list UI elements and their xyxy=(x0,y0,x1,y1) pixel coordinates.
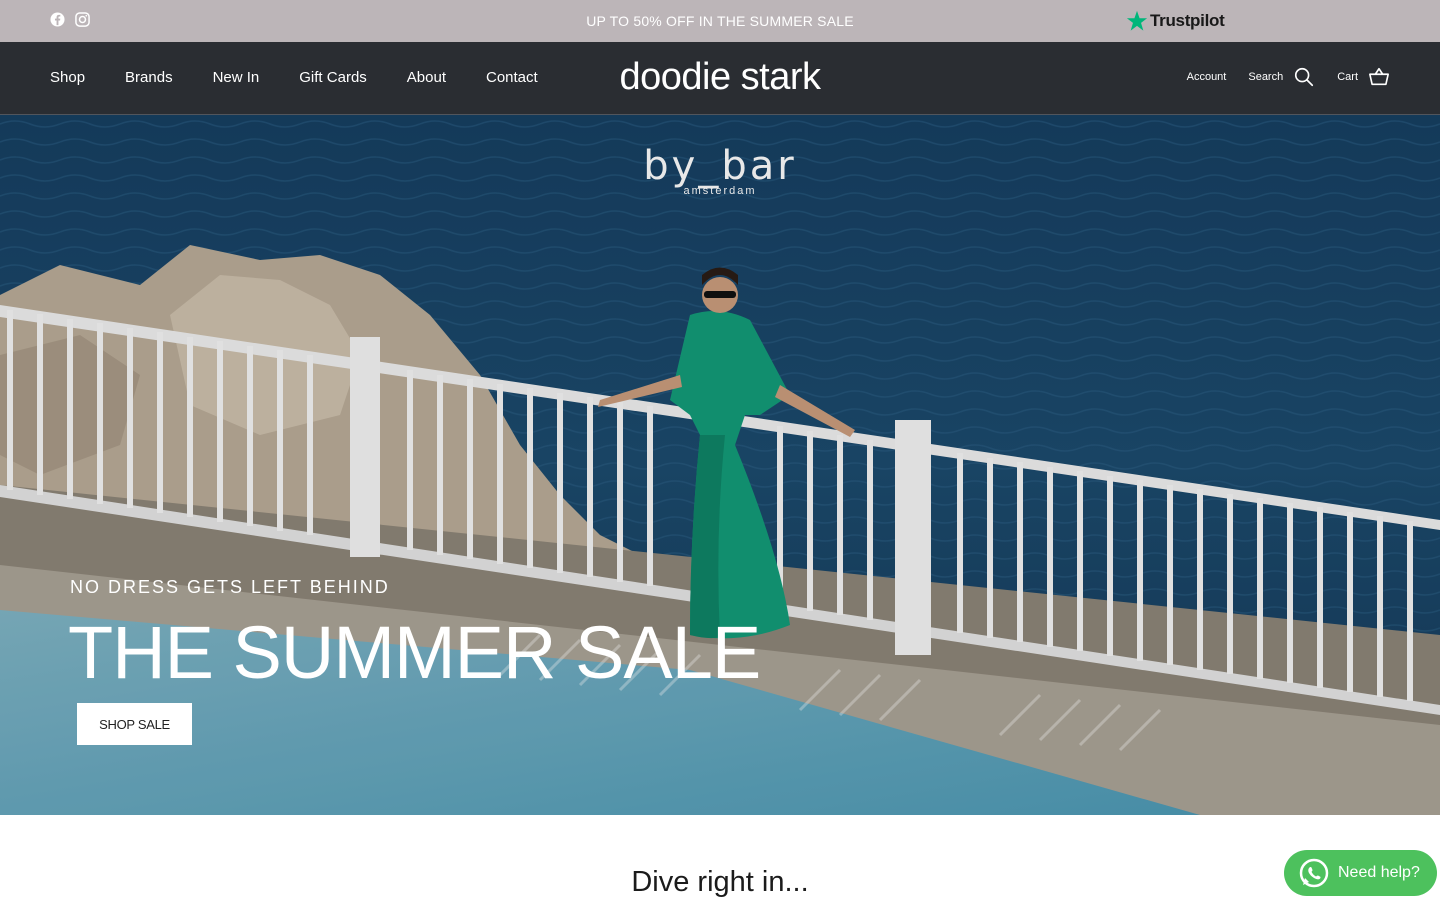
trustpilot-badge[interactable]: Trustpilot xyxy=(1126,10,1225,32)
site-header: Shop Brands New In Gift Cards About Cont… xyxy=(0,42,1440,115)
basket-icon xyxy=(1369,67,1389,86)
brand-logo: by_bar amsterdam xyxy=(0,143,1440,197)
trustpilot-star-icon xyxy=(1126,10,1148,31)
account-link[interactable]: Account xyxy=(1187,71,1227,83)
account-label: Account xyxy=(1186,71,1227,83)
section-title: Dive right in... xyxy=(631,866,809,898)
search-label: Search xyxy=(1248,71,1284,83)
brand-sub: amsterdam xyxy=(683,185,757,197)
search-button[interactable]: Search xyxy=(1248,66,1315,88)
announcement-bar: UP TO 50% OFF IN THE SUMMER SALE Trustpi… xyxy=(0,0,1440,42)
hero-eyebrow: NO DRESS GETS LEFT BEHIND xyxy=(70,577,390,597)
hero-photo xyxy=(0,115,1440,815)
whatsapp-chat-button[interactable]: Need help? xyxy=(1284,850,1437,896)
trustpilot-label: Trustpilot xyxy=(1150,11,1225,30)
whatsapp-label: Need help? xyxy=(1338,864,1420,881)
search-icon xyxy=(1295,67,1314,87)
whatsapp-icon xyxy=(1299,858,1329,888)
cart-label: Cart xyxy=(1337,71,1358,83)
shop-sale-button[interactable]: SHOP SALE xyxy=(77,703,192,745)
header-utilities: Account Search Cart xyxy=(1187,66,1390,88)
hero-headline: THE SUMMER SALE xyxy=(68,611,761,694)
hero-banner[interactable]: by_bar amsterdam NO DRESS GETS LEFT BEHI… xyxy=(0,115,1440,815)
brand-name: by_bar xyxy=(643,143,797,189)
cart-button[interactable]: Cart xyxy=(1337,66,1390,88)
